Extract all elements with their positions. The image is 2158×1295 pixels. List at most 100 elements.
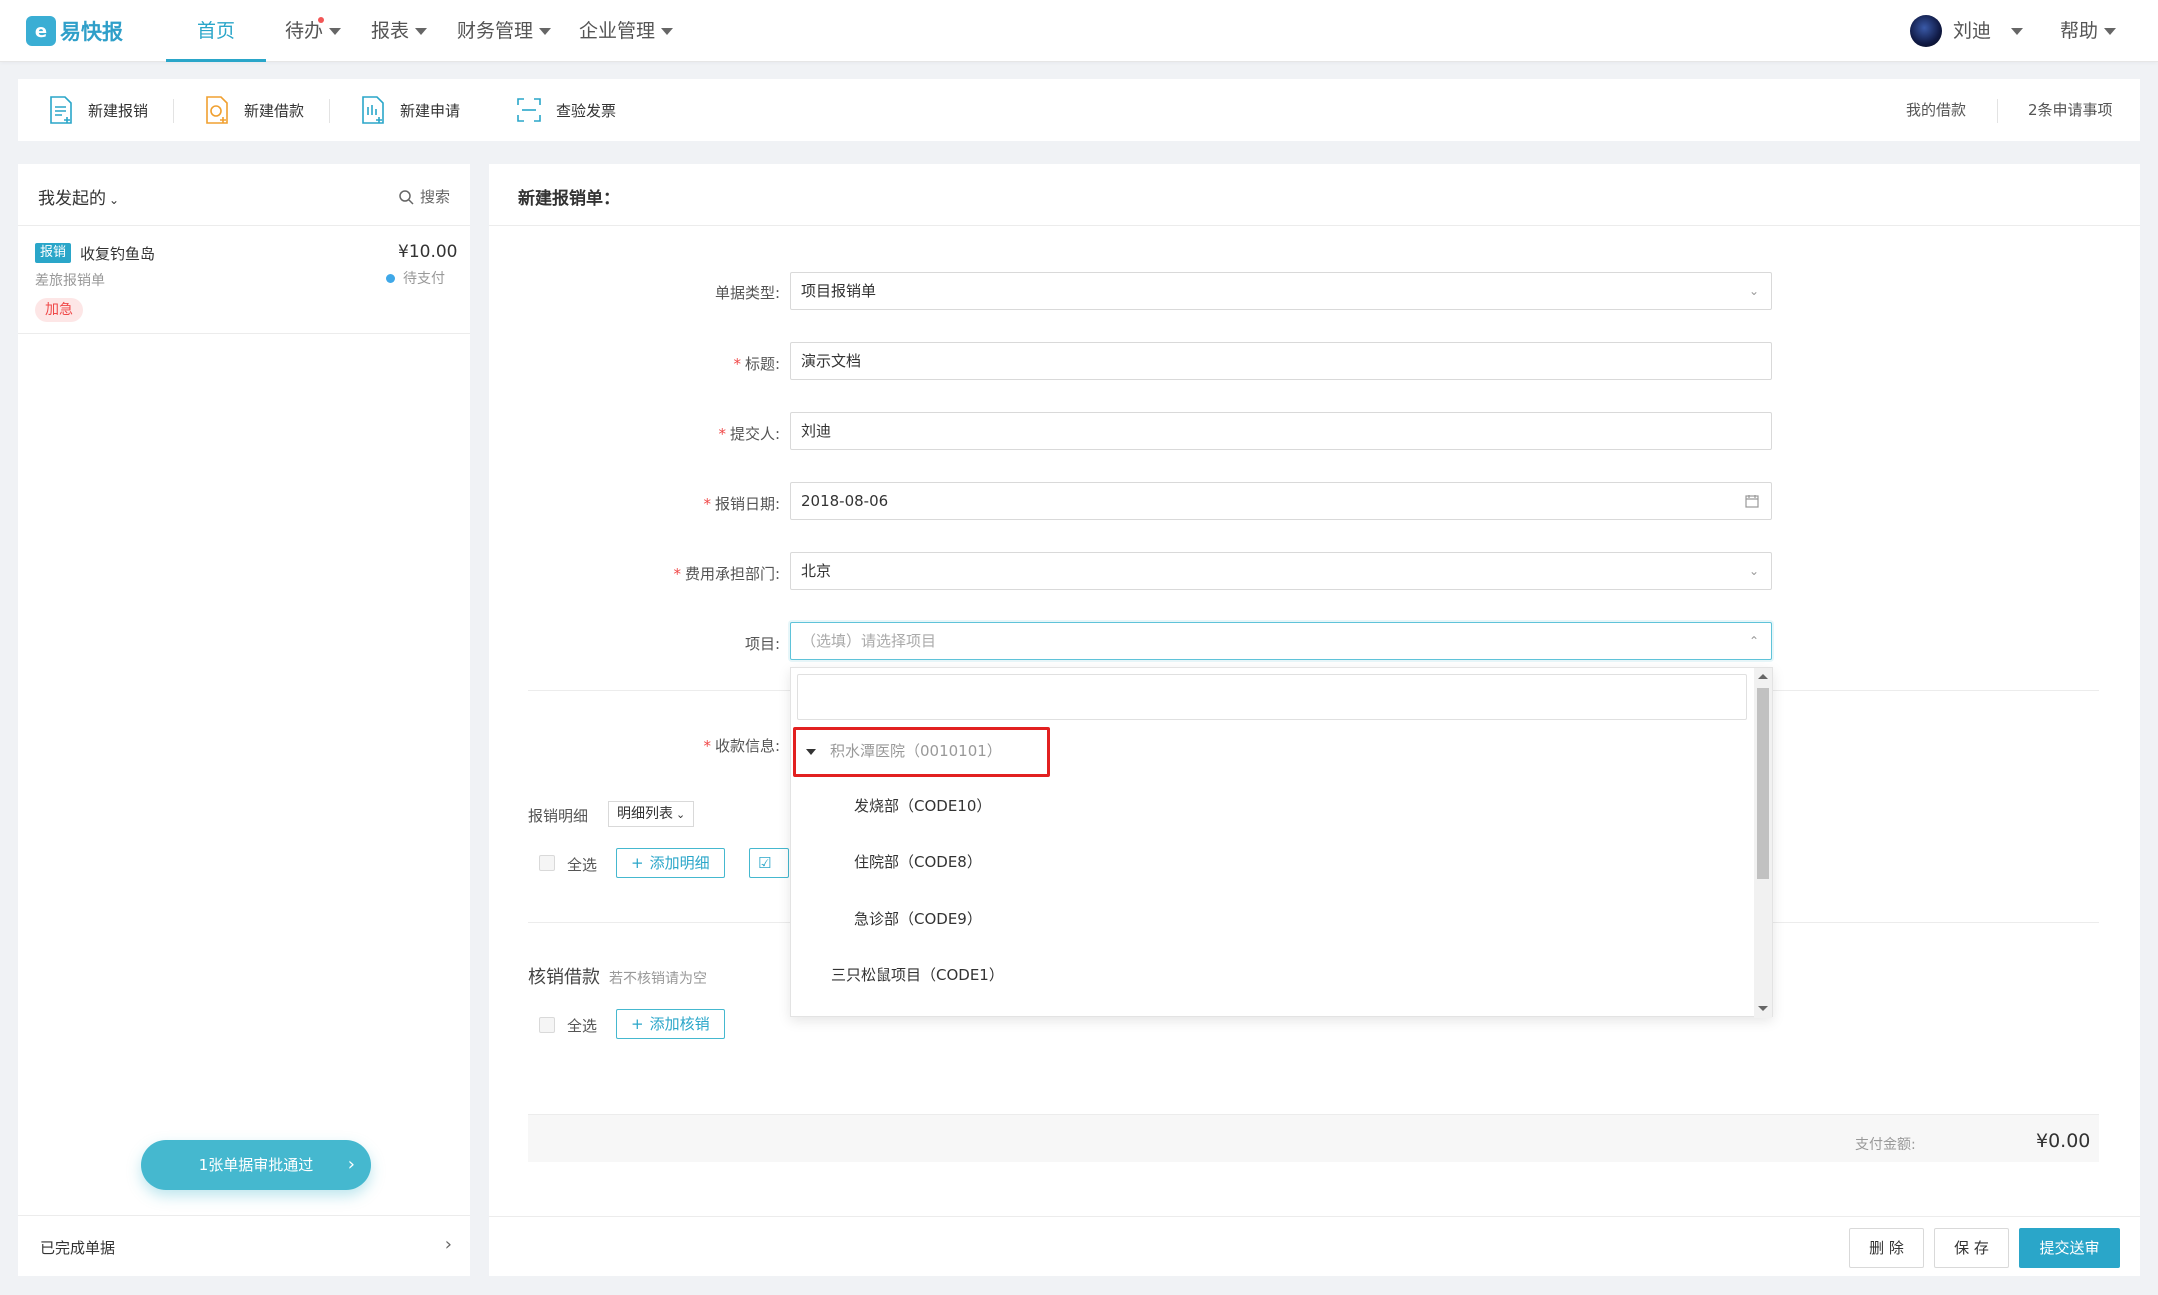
nav-todo[interactable]: 待办: [285, 0, 342, 62]
plus-icon: +: [631, 1015, 644, 1033]
loan-document-icon: [206, 96, 228, 124]
submitter-input[interactable]: 刘迪: [790, 412, 1772, 450]
dropdown-scrollbar[interactable]: [1754, 668, 1772, 1018]
filter-dropdown[interactable]: 我发起的 ⌄: [38, 184, 119, 209]
search-label: 搜索: [419, 188, 450, 206]
nav-enterprise[interactable]: 企业管理: [579, 0, 674, 62]
search-button[interactable]: 搜索: [398, 186, 450, 207]
checkbox-icon: ☑: [758, 854, 772, 872]
chevron-down-icon: ⌄: [676, 808, 686, 821]
pay-amount-label: 支付金额:: [1855, 1137, 1916, 1153]
chevron-right-icon: ›: [347, 1154, 355, 1175]
new-request-button[interactable]: 新建申请: [360, 79, 460, 141]
dept-select[interactable]: 北京 ⌄: [790, 552, 1772, 590]
title-value: 演示文档: [801, 352, 862, 370]
dept-label-text: 费用承担部门:: [684, 565, 780, 583]
tree-node-label: 住院部（CODE8）: [854, 853, 982, 871]
help-menu[interactable]: 帮助: [2060, 0, 2117, 62]
payee-label: * 收款信息:: [480, 735, 780, 756]
type-badge: 报销: [35, 243, 72, 263]
details-view-select[interactable]: 明细列表 ⌄: [608, 801, 695, 827]
logo-text: 易快报: [60, 20, 123, 44]
new-request-label: 新建申请: [400, 101, 461, 120]
toolbar-divider: [173, 99, 174, 123]
logo-icon: e: [26, 16, 56, 46]
check-invoice-button[interactable]: 查验发票: [516, 79, 616, 141]
submitter-label-text: 提交人:: [729, 425, 780, 443]
pending-requests-link[interactable]: 2条申请事项: [2028, 79, 2113, 141]
document-add-icon: [50, 96, 72, 124]
date-label: * 报销日期:: [480, 493, 780, 514]
completed-docs-link[interactable]: 已完成单据 ›: [18, 1215, 470, 1276]
scrollbar-thumb[interactable]: [1757, 688, 1769, 879]
help-label: 帮助: [2060, 20, 2099, 42]
toolbar-divider: [329, 99, 330, 123]
nav-reports[interactable]: 报表: [371, 0, 428, 62]
delete-button[interactable]: 删 除: [1849, 1228, 1924, 1268]
chevron-down-icon: ⌄: [109, 193, 120, 207]
project-dropdown: 积水潭医院（0010101） 发烧部（CODE10） 住院部（CODE8） 急诊…: [790, 667, 1773, 1018]
select-all-checkbox[interactable]: [539, 855, 555, 871]
batch-check-button[interactable]: ☑: [749, 848, 789, 878]
status-badge: 待支付: [386, 268, 445, 288]
required-mark: *: [703, 737, 711, 755]
nav-home[interactable]: 首页: [166, 0, 266, 62]
status-label: 待支付: [403, 271, 445, 287]
doc-type-select[interactable]: 项目报销单 ⌄: [790, 272, 1772, 310]
app-logo[interactable]: e 易快报: [26, 16, 123, 46]
tree-node-inpatient[interactable]: 住院部（CODE8）: [854, 851, 982, 872]
tree-node-emergency[interactable]: 急诊部（CODE9）: [854, 908, 982, 929]
add-detail-button[interactable]: + 添加明细: [616, 848, 725, 878]
scroll-up-icon[interactable]: [1758, 674, 1768, 679]
chevron-down-icon: [661, 28, 674, 35]
project-label: 项目:: [480, 633, 780, 654]
scroll-down-icon[interactable]: [1758, 1006, 1768, 1011]
form-header: 新建报销单：: [489, 164, 2140, 226]
details-view-value: 明细列表: [617, 806, 673, 822]
title-label-text: 标题:: [744, 355, 780, 373]
check-invoice-label: 查验发票: [556, 101, 617, 120]
add-writeoff-button[interactable]: + 添加核销: [616, 1009, 725, 1039]
required-mark: *: [718, 425, 726, 443]
tree-node-fever-dept[interactable]: 发烧部（CODE10）: [854, 795, 991, 816]
new-expense-button[interactable]: 新建报销: [48, 79, 148, 141]
calendar-icon: [1745, 495, 1759, 508]
project-label-text: 项目:: [744, 635, 780, 653]
user-menu[interactable]: 刘迪: [1953, 0, 2024, 62]
chevron-down-icon: [329, 28, 342, 35]
avatar[interactable]: [1910, 15, 1942, 47]
required-mark: *: [673, 565, 681, 583]
approval-notice-button[interactable]: 1张单据审批通过 ›: [141, 1140, 371, 1190]
form-title: 新建报销单：: [518, 189, 620, 209]
filter-label: 我发起的: [38, 189, 106, 209]
select-all-loan-checkbox[interactable]: [539, 1017, 555, 1033]
plus-icon: +: [631, 854, 644, 872]
dept-value: 北京: [801, 562, 832, 580]
nav-reports-label: 报表: [371, 20, 410, 42]
submit-button[interactable]: 提交送审: [2019, 1228, 2120, 1268]
date-picker[interactable]: 2018-08-06: [790, 482, 1772, 520]
doc-type-label: 单据类型:: [480, 282, 780, 303]
title-label: * 标题:: [480, 353, 780, 374]
add-writeoff-label: 添加核销: [649, 1015, 710, 1033]
loan-section-hint: 若不核销请为空: [609, 971, 707, 987]
title-input[interactable]: 演示文档: [790, 342, 1772, 380]
project-select[interactable]: （选填）请选择项目 ⌃: [790, 622, 1772, 660]
my-loans-link[interactable]: 我的借款: [1906, 79, 1966, 141]
project-placeholder: （选填）请选择项目: [801, 632, 937, 650]
chevron-down-icon: ⌄: [1748, 564, 1759, 578]
save-button[interactable]: 保 存: [1934, 1228, 2009, 1268]
toolbar-divider: [1997, 99, 1998, 123]
completed-docs-label: 已完成单据: [40, 1239, 116, 1257]
tree-node-three-squirrels[interactable]: 三只松鼠项目（CODE1）: [831, 964, 1004, 985]
item-subtitle: 差旅报销单: [35, 273, 105, 289]
user-name: 刘迪: [1953, 20, 1992, 42]
tree-node-label: 急诊部（CODE9）: [854, 910, 982, 928]
date-label-text: 报销日期:: [714, 495, 780, 513]
dropdown-search-input[interactable]: [797, 674, 1747, 720]
details-label: 报销明细: [528, 807, 589, 825]
top-nav: e 易快报 首页 待办 报表 财务管理 企业管理 刘迪 帮助: [0, 0, 2158, 62]
nav-finance[interactable]: 财务管理: [457, 0, 552, 62]
new-loan-button[interactable]: 新建借款: [204, 79, 304, 141]
dept-label: * 费用承担部门:: [480, 563, 780, 584]
